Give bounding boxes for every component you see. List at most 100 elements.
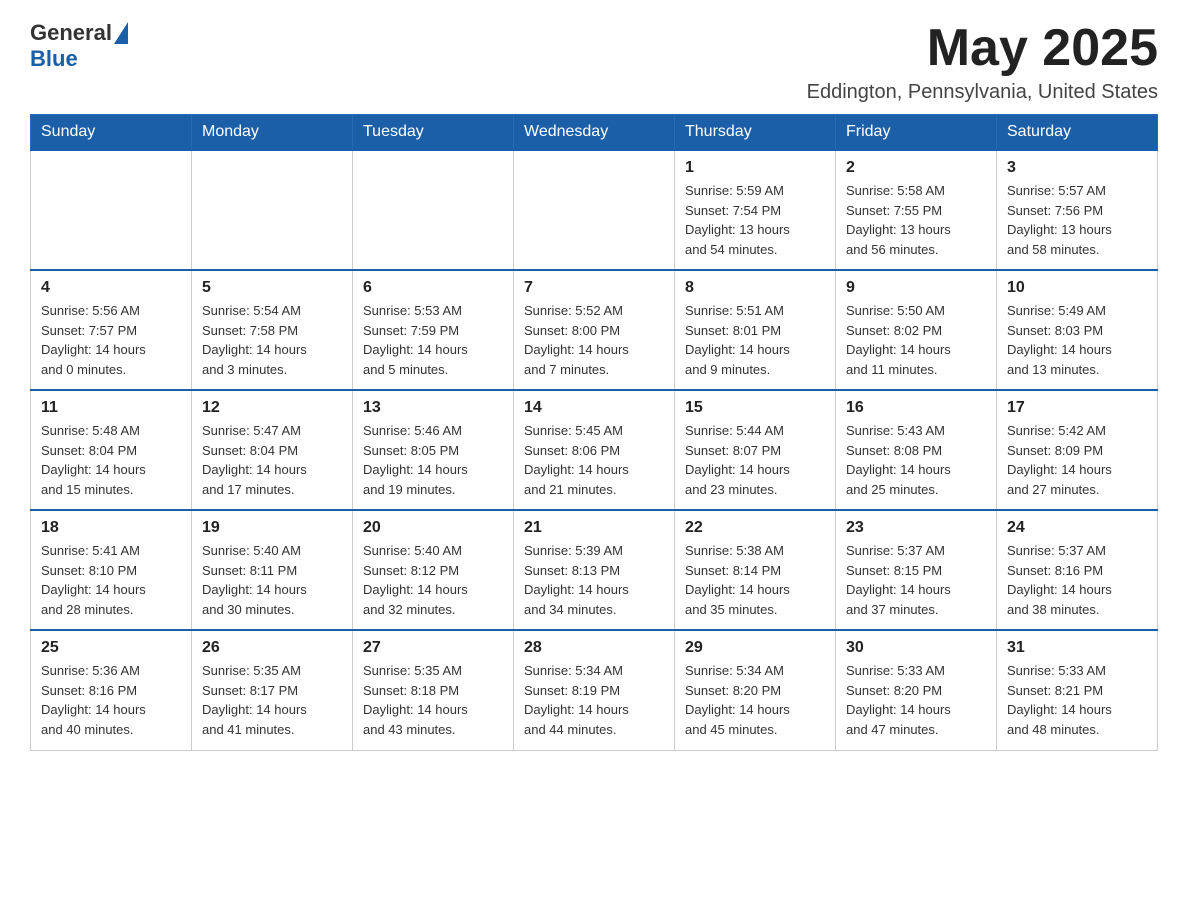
calendar-cell-19: 19 Sunrise: 5:40 AMSunset: 8:11 PMDayligh… [192,510,353,630]
day-info: Sunrise: 5:58 AMSunset: 7:55 PMDaylight:… [846,181,986,259]
day-info: Sunrise: 5:34 AMSunset: 8:20 PMDaylight:… [685,661,825,739]
day-number: 7 [524,279,664,297]
logo-triangle-icon [114,22,128,44]
week-row-2: 4 Sunrise: 5:56 AMSunset: 7:57 PMDaylight… [31,270,1158,390]
calendar-cell-15: 15 Sunrise: 5:44 AMSunset: 8:07 PMDayligh… [675,390,836,510]
calendar-cell-5: 5 Sunrise: 5:54 AMSunset: 7:58 PMDaylight… [192,270,353,390]
calendar-cell-4: 4 Sunrise: 5:56 AMSunset: 7:57 PMDaylight… [31,270,192,390]
week-row-1: 1Sunrise: 5:59 AMSunset: 7:54 PMDaylight… [31,150,1158,270]
calendar-cell-31: 31Sunrise: 5:33 AMSunset: 8:21 PMDayligh… [997,630,1158,750]
calendar-cell-10: 10Sunrise: 5:49 AMSunset: 8:03 PMDayligh… [997,270,1158,390]
day-info: Sunrise: 5:34 AMSunset: 8:19 PMDaylight:… [524,661,664,739]
day-number: 17 [1007,399,1147,417]
day-info: Sunrise: 5:41 AMSunset: 8:10 PMDaylight:… [41,541,181,619]
calendar-cell-23: 23 Sunrise: 5:37 AMSunset: 8:15 PMDayligh… [836,510,997,630]
calendar-cell-11: 11 Sunrise: 5:48 AMSunset: 8:04 PMDayligh… [31,390,192,510]
calendar-cell-26: 26 Sunrise: 5:35 AMSunset: 8:17 PMDayligh… [192,630,353,750]
day-info: Sunrise: 5:33 AMSunset: 8:21 PMDaylight:… [1007,661,1147,739]
day-info: Sunrise: 5:48 AMSunset: 8:04 PMDaylight:… [41,421,181,499]
day-number: 26 [202,639,342,657]
weekday-header-sunday: Sunday [31,115,192,151]
calendar-table: SundayMondayTuesdayWednesdayThursdayFrid… [30,114,1158,751]
day-number: 19 [202,519,342,537]
calendar-cell-27: 27 Sunrise: 5:35 AMSunset: 8:18 PMDayligh… [353,630,514,750]
day-info: Sunrise: 5:53 AMSunset: 7:59 PMDaylight:… [363,301,503,379]
day-info: Sunrise: 5:56 AMSunset: 7:57 PMDaylight:… [41,301,181,379]
day-info: Sunrise: 5:54 AMSunset: 7:58 PMDaylight:… [202,301,342,379]
day-info: Sunrise: 5:50 AMSunset: 8:02 PMDaylight:… [846,301,986,379]
calendar-subtitle: Eddington, Pennsylvania, United States [807,81,1158,104]
day-number: 11 [41,399,181,417]
day-info: Sunrise: 5:44 AMSunset: 8:07 PMDaylight:… [685,421,825,499]
logo-general-text: General [30,20,112,46]
calendar-cell-empty-0-2 [353,150,514,270]
day-number: 24 [1007,519,1147,537]
day-number: 21 [524,519,664,537]
day-info: Sunrise: 5:45 AMSunset: 8:06 PMDaylight:… [524,421,664,499]
day-number: 15 [685,399,825,417]
day-number: 3 [1007,159,1147,177]
day-info: Sunrise: 5:35 AMSunset: 8:17 PMDaylight:… [202,661,342,739]
calendar-cell-1: 1Sunrise: 5:59 AMSunset: 7:54 PMDaylight… [675,150,836,270]
week-row-4: 18 Sunrise: 5:41 AMSunset: 8:10 PMDayligh… [31,510,1158,630]
calendar-cell-28: 28 Sunrise: 5:34 AMSunset: 8:19 PMDayligh… [514,630,675,750]
day-info: Sunrise: 5:39 AMSunset: 8:13 PMDaylight:… [524,541,664,619]
day-info: Sunrise: 5:47 AMSunset: 8:04 PMDaylight:… [202,421,342,499]
calendar-cell-2: 2Sunrise: 5:58 AMSunset: 7:55 PMDaylight… [836,150,997,270]
weekday-header-saturday: Saturday [997,115,1158,151]
day-info: Sunrise: 5:40 AMSunset: 8:12 PMDaylight:… [363,541,503,619]
day-number: 23 [846,519,986,537]
day-info: Sunrise: 5:52 AMSunset: 8:00 PMDaylight:… [524,301,664,379]
day-number: 29 [685,639,825,657]
day-number: 8 [685,279,825,297]
calendar-cell-29: 29 Sunrise: 5:34 AMSunset: 8:20 PMDayligh… [675,630,836,750]
weekday-header-tuesday: Tuesday [353,115,514,151]
day-info: Sunrise: 5:35 AMSunset: 8:18 PMDaylight:… [363,661,503,739]
logo: General Blue [30,20,128,72]
day-number: 18 [41,519,181,537]
calendar-cell-empty-0-3 [514,150,675,270]
calendar-cell-13: 13Sunrise: 5:46 AMSunset: 8:05 PMDayligh… [353,390,514,510]
day-info: Sunrise: 5:36 AMSunset: 8:16 PMDaylight:… [41,661,181,739]
day-info: Sunrise: 5:42 AMSunset: 8:09 PMDaylight:… [1007,421,1147,499]
day-number: 22 [685,519,825,537]
calendar-cell-17: 17 Sunrise: 5:42 AMSunset: 8:09 PMDayligh… [997,390,1158,510]
day-info: Sunrise: 5:33 AMSunset: 8:20 PMDaylight:… [846,661,986,739]
day-info: Sunrise: 5:38 AMSunset: 8:14 PMDaylight:… [685,541,825,619]
calendar-cell-16: 16Sunrise: 5:43 AMSunset: 8:08 PMDayligh… [836,390,997,510]
calendar-cell-24: 24Sunrise: 5:37 AMSunset: 8:16 PMDayligh… [997,510,1158,630]
day-number: 4 [41,279,181,297]
calendar-cell-empty-0-0 [31,150,192,270]
day-number: 27 [363,639,503,657]
calendar-cell-22: 22 Sunrise: 5:38 AMSunset: 8:14 PMDayligh… [675,510,836,630]
day-info: Sunrise: 5:57 AMSunset: 7:56 PMDaylight:… [1007,181,1147,259]
day-info: Sunrise: 5:37 AMSunset: 8:15 PMDaylight:… [846,541,986,619]
calendar-cell-8: 8 Sunrise: 5:51 AMSunset: 8:01 PMDaylight… [675,270,836,390]
calendar-cell-12: 12 Sunrise: 5:47 AMSunset: 8:04 PMDayligh… [192,390,353,510]
weekday-header-wednesday: Wednesday [514,115,675,151]
day-number: 5 [202,279,342,297]
day-number: 9 [846,279,986,297]
weekday-header-friday: Friday [836,115,997,151]
day-number: 14 [524,399,664,417]
calendar-title: May 2025 [807,20,1158,77]
day-number: 25 [41,639,181,657]
week-row-5: 25 Sunrise: 5:36 AMSunset: 8:16 PMDayligh… [31,630,1158,750]
calendar-cell-6: 6Sunrise: 5:53 AMSunset: 7:59 PMDaylight… [353,270,514,390]
logo-blue-text: Blue [30,46,78,72]
day-number: 12 [202,399,342,417]
calendar-cell-9: 9 Sunrise: 5:50 AMSunset: 8:02 PMDaylight… [836,270,997,390]
day-info: Sunrise: 5:59 AMSunset: 7:54 PMDaylight:… [685,181,825,259]
title-area: May 2025 Eddington, Pennsylvania, United… [807,20,1158,104]
calendar-cell-20: 20Sunrise: 5:40 AMSunset: 8:12 PMDayligh… [353,510,514,630]
weekday-header-thursday: Thursday [675,115,836,151]
week-row-3: 11 Sunrise: 5:48 AMSunset: 8:04 PMDayligh… [31,390,1158,510]
day-info: Sunrise: 5:51 AMSunset: 8:01 PMDaylight:… [685,301,825,379]
day-info: Sunrise: 5:40 AMSunset: 8:11 PMDaylight:… [202,541,342,619]
day-number: 13 [363,399,503,417]
page-header: General Blue May 2025 Eddington, Pennsyl… [30,20,1158,104]
day-number: 28 [524,639,664,657]
day-info: Sunrise: 5:43 AMSunset: 8:08 PMDaylight:… [846,421,986,499]
calendar-cell-7: 7 Sunrise: 5:52 AMSunset: 8:00 PMDaylight… [514,270,675,390]
day-info: Sunrise: 5:49 AMSunset: 8:03 PMDaylight:… [1007,301,1147,379]
